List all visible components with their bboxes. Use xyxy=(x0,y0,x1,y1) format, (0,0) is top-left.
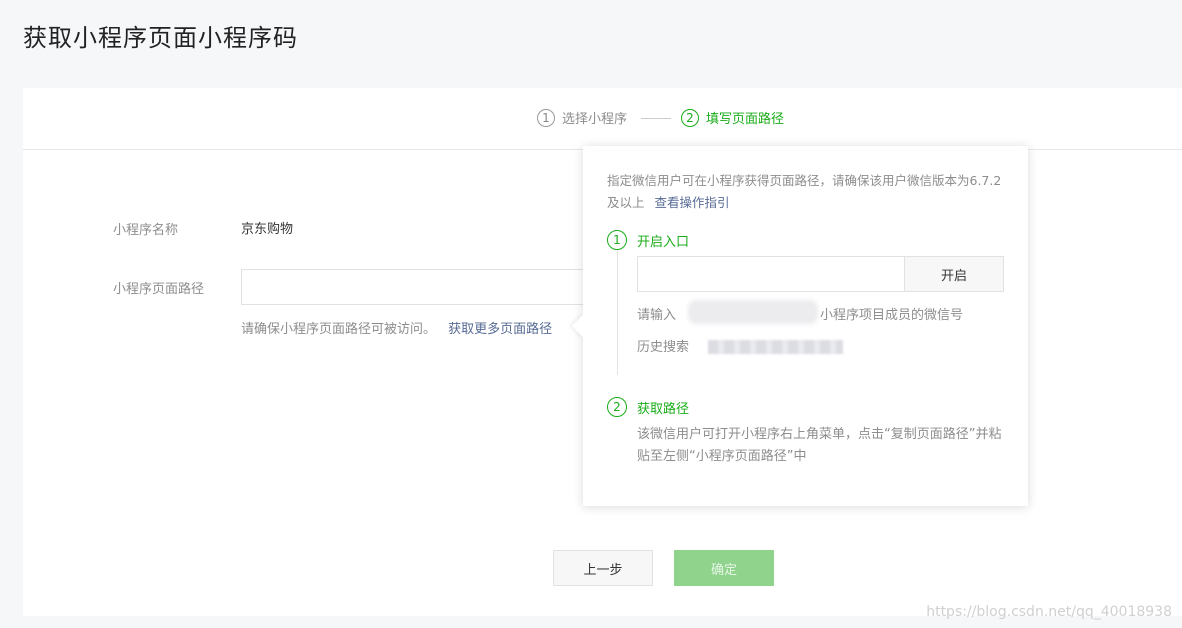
watermark: https://blog.csdn.net/qq_40018938 xyxy=(926,604,1172,620)
redacted-history-items xyxy=(708,340,843,354)
wechat-id-input[interactable] xyxy=(637,256,905,292)
page-path-hint: 请确保小程序页面路径可被访问。 获取更多页面路径 xyxy=(241,318,552,337)
redacted-miniprogram-name xyxy=(688,300,818,324)
step-indicator: 1 选择小程序 2 填写页面路径 xyxy=(23,88,1182,150)
popover-step-connector xyxy=(617,250,618,375)
step-divider xyxy=(641,118,671,119)
path-guide-popover: 指定微信用户可在小程序获得页面路径，请确保该用户微信版本为6.7.2及以上 查看… xyxy=(571,146,1028,506)
step-fill-path: 2 填写页面路径 xyxy=(681,108,784,127)
page-path-label: 小程序页面路径 xyxy=(113,282,205,297)
main-card: 1 选择小程序 2 填写页面路径 小程序名称 京东购物 小程序页面路径 请确保小… xyxy=(23,88,1182,616)
confirm-button[interactable]: 确定 xyxy=(674,550,774,586)
step-number-1: 1 xyxy=(537,108,555,127)
step-label-1: 选择小程序 xyxy=(562,112,628,127)
popover-step-number-1: 1 xyxy=(607,230,627,250)
step-number-2: 2 xyxy=(681,108,699,127)
get-more-paths-link[interactable]: 获取更多页面路径 xyxy=(448,322,552,337)
page-path-hint-text: 请确保小程序页面路径可被访问。 xyxy=(241,322,437,337)
popover-step-title-1: 开启入口 xyxy=(637,235,690,250)
popover-step-number-2: 2 xyxy=(607,397,627,417)
step-select-miniprogram: 1 选择小程序 xyxy=(537,108,627,127)
popover-arrow xyxy=(571,314,595,338)
page-path-input[interactable] xyxy=(241,269,601,305)
view-guide-link[interactable]: 查看操作指引 xyxy=(655,195,730,210)
miniprogram-name-label: 小程序名称 xyxy=(113,223,179,238)
page-title: 获取小程序页面小程序码 xyxy=(23,24,298,52)
step-label-2: 填写页面路径 xyxy=(706,112,785,127)
history-search-label: 历史搜索 xyxy=(637,340,690,355)
popover-step-description-2: 该微信用户可打开小程序右上角菜单，点击“复制页面路径”并粘贴至左侧“小程序页面路… xyxy=(637,427,1002,464)
popover-description: 指定微信用户可在小程序获得页面路径，请确保该用户微信版本为6.7.2及以上 查看… xyxy=(607,170,1012,214)
previous-step-button[interactable]: 上一步 xyxy=(553,550,653,586)
open-entry-button[interactable]: 开启 xyxy=(904,256,1004,292)
wechat-input-hint-suffix: 小程序项目成员的微信号 xyxy=(820,308,964,323)
miniprogram-name-value: 京东购物 xyxy=(241,222,294,237)
wechat-input-hint-prefix: 请输入 xyxy=(637,308,677,323)
popover-step-title-2: 获取路径 xyxy=(637,402,690,417)
